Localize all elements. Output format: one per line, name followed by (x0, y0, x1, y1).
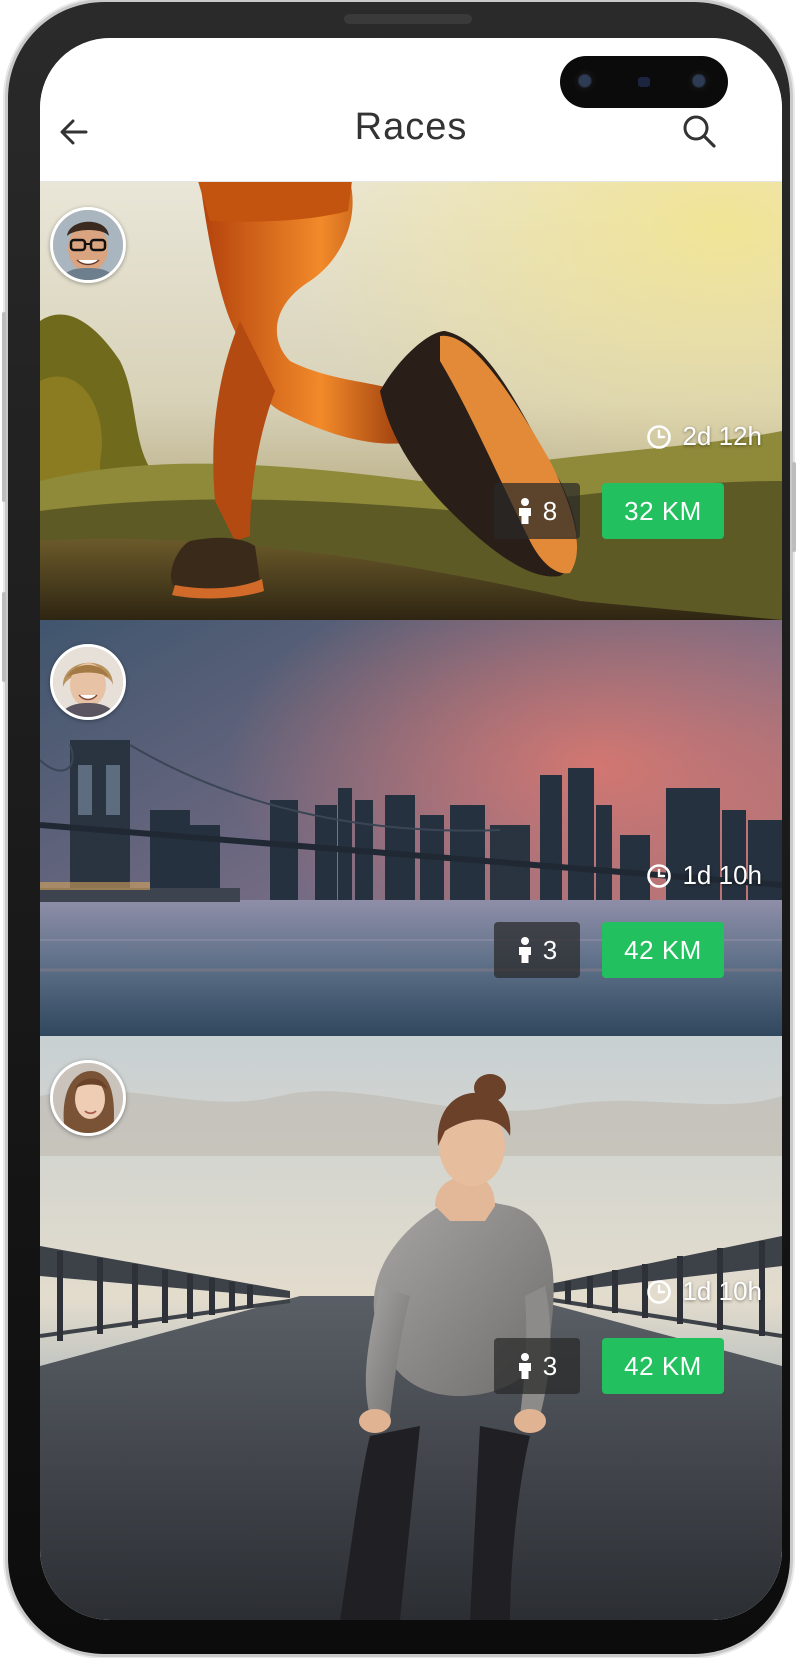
time-left-label: 1d 10h (682, 1276, 762, 1306)
race-card[interactable]: 1d 10h 3 42 KM (40, 620, 782, 1036)
phone-side-button (2, 592, 6, 682)
distance-badge[interactable]: 42 KM (602, 1338, 724, 1394)
distance-badge[interactable]: 42 KM (602, 922, 724, 978)
screen: Races 2d 12h 8 32 KM 1d 10h 3 42 KM 1d 1… (40, 38, 782, 1620)
race-card[interactable]: 2d 12h 8 32 KM (40, 181, 782, 620)
clock-icon (647, 1279, 672, 1304)
avatar-woman-long-hair (53, 1063, 123, 1133)
participants-count: 3 (542, 934, 558, 965)
time-left-label: 1d 10h (682, 860, 762, 890)
front-camera (560, 56, 728, 108)
distance-badge[interactable]: 32 KM (602, 483, 724, 539)
avatar[interactable] (50, 644, 126, 720)
page-title: Races (354, 106, 468, 148)
participants-badge: 8 (494, 483, 580, 539)
race-time-left: 1d 10h (646, 1276, 762, 1307)
avatar-woman-smiling (53, 647, 123, 717)
phone-side-button (2, 312, 6, 502)
camera-sensor (638, 77, 650, 87)
race-time-left: 1d 10h (646, 860, 762, 891)
camera-lens (688, 70, 712, 94)
participants-count: 8 (542, 495, 558, 526)
person-icon (518, 498, 531, 524)
race-card[interactable]: 1d 10h 3 42 KM (40, 1036, 782, 1620)
camera-lens (574, 70, 598, 94)
avatar-man-glasses (53, 210, 123, 280)
person-icon (518, 937, 531, 963)
avatar[interactable] (50, 1060, 126, 1136)
phone-frame: Races 2d 12h 8 32 KM 1d 10h 3 42 KM 1d 1… (2, 2, 796, 1654)
participants-count: 3 (542, 1350, 558, 1381)
participants-badge: 3 (494, 922, 580, 978)
clock-icon (647, 863, 672, 888)
participants-badge: 3 (494, 1338, 580, 1394)
clock-icon (647, 424, 672, 449)
person-icon (518, 1353, 531, 1379)
race-time-left: 2d 12h (646, 421, 762, 452)
speaker-grille (344, 14, 472, 24)
avatar[interactable] (50, 207, 126, 283)
race-photo-woman-on-bridge (40, 1036, 782, 1620)
search-icon[interactable] (680, 112, 720, 152)
phone-side-button (792, 462, 796, 552)
time-left-label: 2d 12h (682, 421, 762, 451)
race-photo-trail-runner (40, 181, 782, 620)
